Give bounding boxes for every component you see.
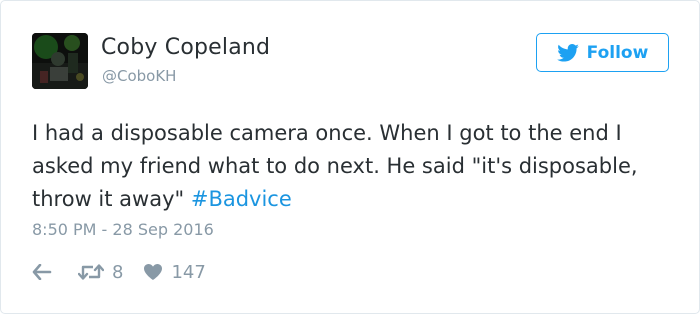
tweet-actions: 8 147 bbox=[32, 258, 206, 286]
follow-button-label: Follow bbox=[586, 42, 649, 63]
like-count: 147 bbox=[171, 261, 206, 283]
like-button[interactable]: 147 bbox=[143, 261, 206, 283]
reply-button[interactable] bbox=[32, 264, 52, 280]
tweet-timestamp[interactable]: 8:50 PM - 28 Sep 2016 bbox=[32, 220, 214, 239]
avatar[interactable] bbox=[32, 33, 88, 89]
user-display-name[interactable]: Coby Copeland bbox=[101, 35, 270, 60]
hashtag-link[interactable]: #Badvice bbox=[191, 187, 292, 211]
tweet-text: I had a disposable camera once. When I g… bbox=[32, 117, 672, 216]
tweet-body: I had a disposable camera once. When I g… bbox=[32, 121, 638, 211]
retweet-icon bbox=[78, 263, 104, 281]
user-handle[interactable]: @CoboKH bbox=[102, 67, 176, 85]
retweet-count: 8 bbox=[112, 261, 124, 283]
tweet-card: Coby Copeland @CoboKH Follow I had a dis… bbox=[0, 0, 700, 314]
retweet-button[interactable]: 8 bbox=[78, 262, 123, 283]
follow-button[interactable]: Follow bbox=[536, 33, 669, 72]
reply-arrow-icon bbox=[32, 264, 52, 280]
twitter-bird-icon bbox=[556, 43, 579, 62]
heart-icon bbox=[143, 263, 163, 281]
